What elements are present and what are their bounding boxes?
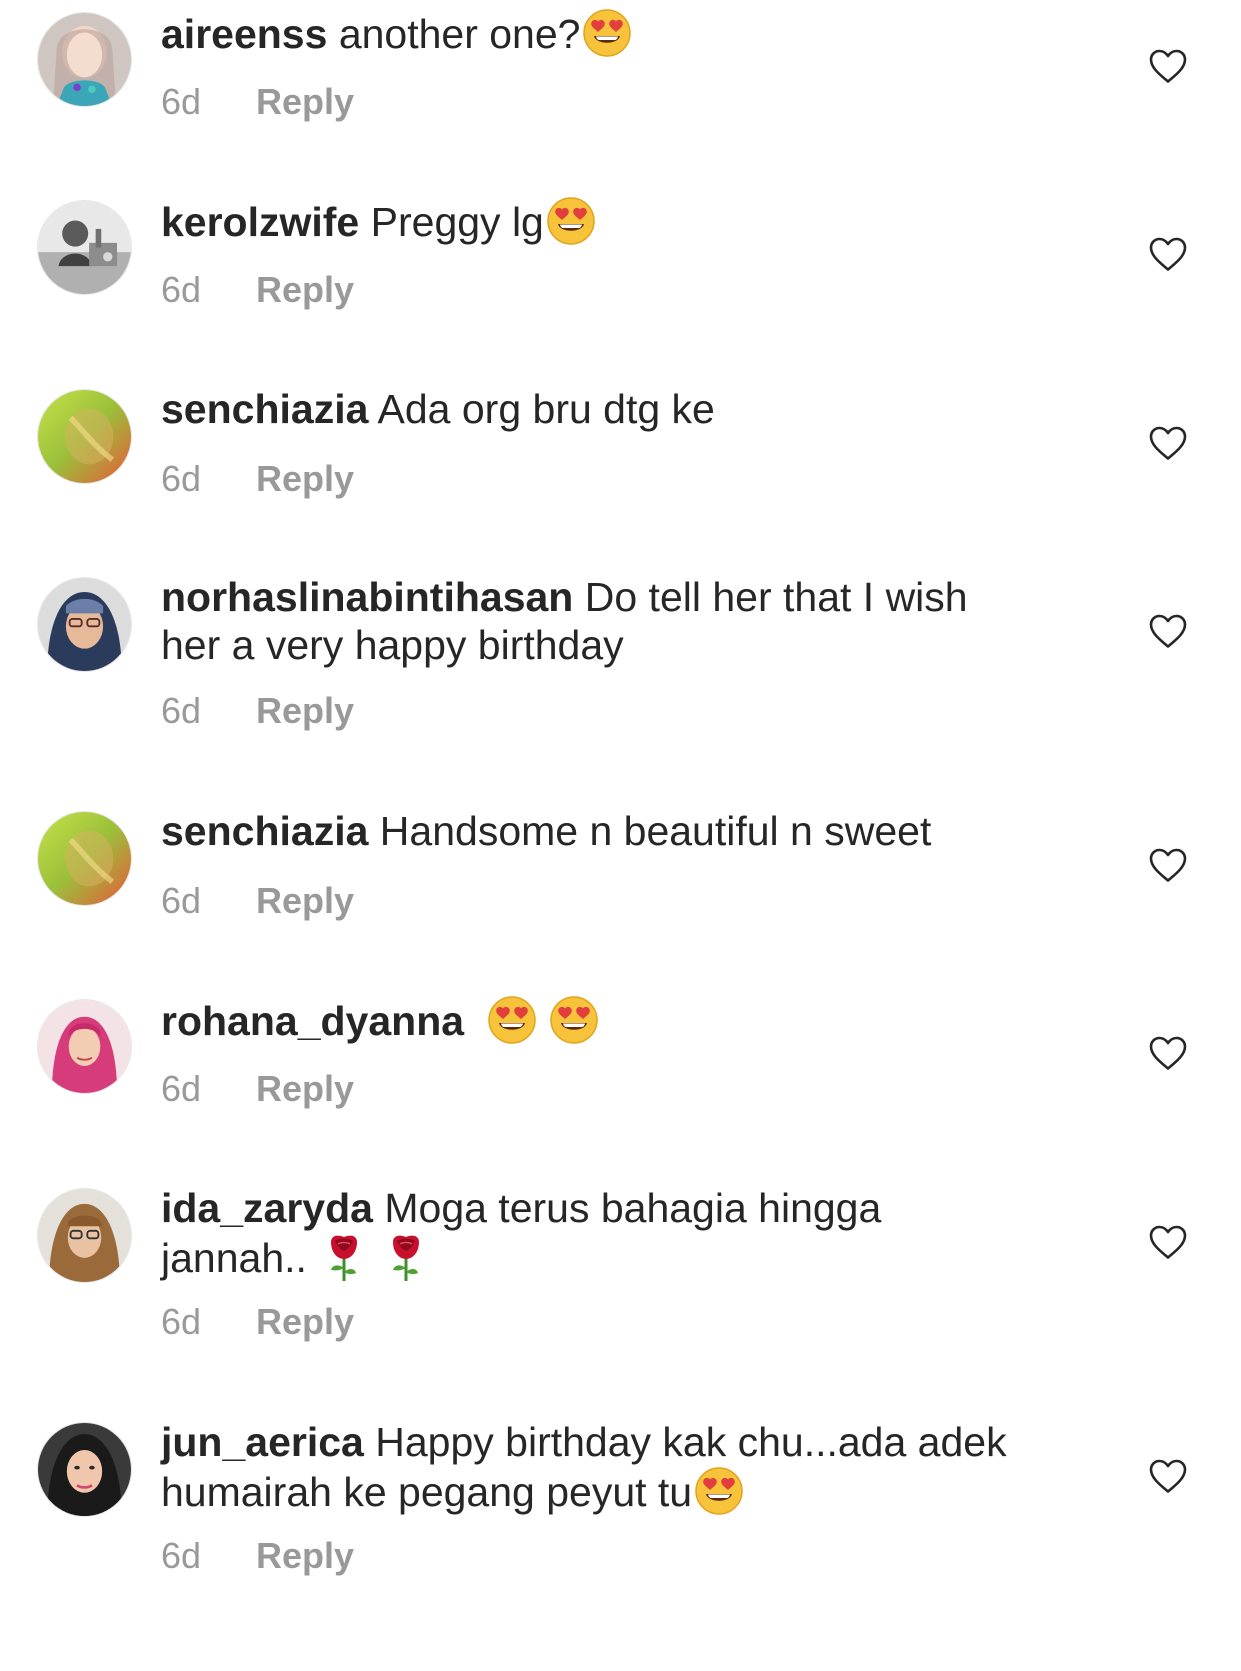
comment-item: norhaslinabintihasan Do tell her that I … <box>0 565 1241 795</box>
comment-body: Handsome n beautiful n sweet <box>379 808 932 854</box>
comment-meta: 6d Reply <box>161 1534 354 1578</box>
comment-text: norhaslinabintihasan Do tell her that I … <box>161 573 981 669</box>
comment-item: kerolzwife Preggy lg 6d Reply <box>0 188 1241 368</box>
reply-button[interactable]: Reply <box>256 880 354 921</box>
comment-body: another one? <box>338 11 581 57</box>
reply-button[interactable]: Reply <box>256 458 354 499</box>
comment-time: 6d <box>161 458 202 499</box>
comment-item: senchiazia Ada org bru dtg ke 6d Reply <box>0 377 1241 557</box>
rose-emoji-icon <box>319 1232 369 1282</box>
comment-item: senchiazia Handsome n beautiful n sweet … <box>0 799 1241 979</box>
rose-emoji-icon <box>381 1232 431 1282</box>
comment-time: 6d <box>161 1301 202 1342</box>
comment-list: aireenss another one? 6d Reply kerolzwife… <box>0 0 1241 1671</box>
heart-icon[interactable] <box>1148 1035 1188 1071</box>
heart-eyes-emoji-icon <box>582 8 632 58</box>
comment-item: ida_zaryda Moga terus bahagia hingga jan… <box>0 1176 1241 1406</box>
comment-username[interactable]: jun_aerica <box>161 1419 364 1465</box>
comment-username[interactable]: aireenss <box>161 11 327 57</box>
comment-meta: 6d Reply <box>161 457 354 501</box>
heart-eyes-emoji-icon <box>549 995 599 1045</box>
comment-text: rohana_dyanna <box>161 995 1061 1045</box>
heart-icon[interactable] <box>1148 847 1188 883</box>
reply-button[interactable]: Reply <box>256 1068 354 1109</box>
heart-eyes-emoji-icon <box>546 196 596 246</box>
comment-time: 6d <box>161 1068 202 1109</box>
comment-body: Preggy lg <box>370 199 544 245</box>
comment-meta: 6d Reply <box>161 1067 354 1111</box>
comment-meta: 6d Reply <box>161 268 354 312</box>
comment-text: kerolzwife Preggy lg <box>161 196 1061 246</box>
heart-eyes-emoji-icon <box>487 995 537 1045</box>
comment-username[interactable]: norhaslinabintihasan <box>161 574 573 620</box>
reply-button[interactable]: Reply <box>256 1535 354 1576</box>
comment-text: senchiazia Handsome n beautiful n sweet <box>161 807 1061 855</box>
comment-time: 6d <box>161 880 202 921</box>
comment-meta: 6d Reply <box>161 1300 354 1344</box>
comment-username[interactable]: senchiazia <box>161 386 368 432</box>
reply-button[interactable]: Reply <box>256 690 354 731</box>
comment-time: 6d <box>161 1535 202 1576</box>
heart-icon[interactable] <box>1148 1224 1188 1260</box>
comment-item: rohana_dyanna 6d Reply <box>0 987 1241 1167</box>
comment-meta: 6d Reply <box>161 689 354 733</box>
avatar[interactable] <box>37 577 132 672</box>
heart-icon[interactable] <box>1148 236 1188 272</box>
comment-meta: 6d Reply <box>161 80 354 124</box>
comment-meta: 6d Reply <box>161 879 354 923</box>
avatar[interactable] <box>37 811 132 906</box>
heart-icon[interactable] <box>1148 425 1188 461</box>
comment-username[interactable]: senchiazia <box>161 808 368 854</box>
comment-text: ida_zaryda Moga terus bahagia hingga jan… <box>161 1184 921 1282</box>
avatar[interactable] <box>37 389 132 484</box>
heart-icon[interactable] <box>1148 48 1188 84</box>
heart-icon[interactable] <box>1148 1458 1188 1494</box>
avatar[interactable] <box>37 200 132 295</box>
comment-body: Ada org bru dtg ke <box>377 386 715 432</box>
reply-button[interactable]: Reply <box>256 269 354 310</box>
comment-time: 6d <box>161 269 202 310</box>
comment-time: 6d <box>161 690 202 731</box>
comment-username[interactable]: ida_zaryda <box>161 1185 373 1231</box>
comment-username[interactable]: kerolzwife <box>161 199 359 245</box>
avatar[interactable] <box>37 12 132 107</box>
comment-time: 6d <box>161 81 202 122</box>
reply-button[interactable]: Reply <box>256 1301 354 1342</box>
comment-text: aireenss another one? <box>161 8 1061 58</box>
avatar[interactable] <box>37 1188 132 1283</box>
comment-text: senchiazia Ada org bru dtg ke <box>161 385 1061 433</box>
comment-text: jun_aerica Happy birthday kak chu...ada … <box>161 1418 1041 1516</box>
heart-icon[interactable] <box>1148 613 1188 649</box>
reply-button[interactable]: Reply <box>256 81 354 122</box>
avatar[interactable] <box>37 1422 132 1517</box>
comment-item: aireenss another one? 6d Reply <box>0 0 1241 180</box>
heart-eyes-emoji-icon <box>694 1466 744 1516</box>
avatar[interactable] <box>37 999 132 1094</box>
comment-username[interactable]: rohana_dyanna <box>161 998 464 1044</box>
comment-item: jun_aerica Happy birthday kak chu...ada … <box>0 1410 1241 1671</box>
